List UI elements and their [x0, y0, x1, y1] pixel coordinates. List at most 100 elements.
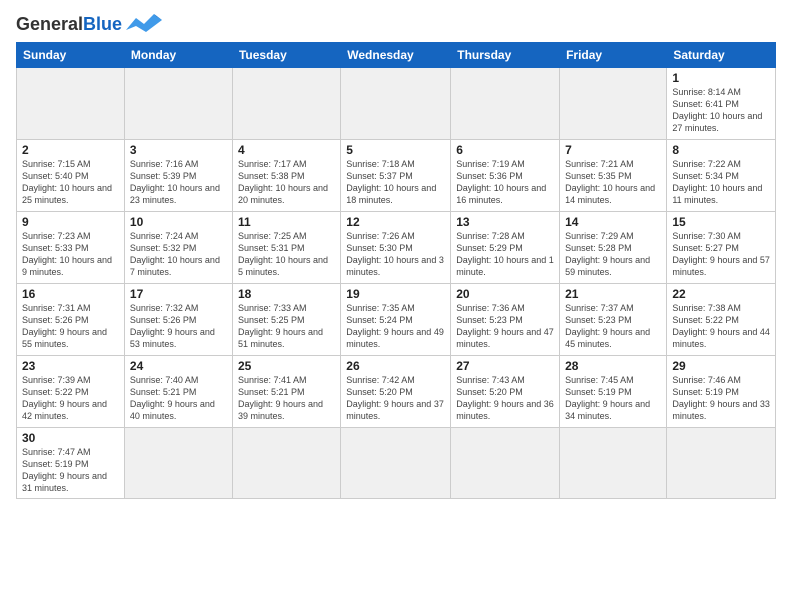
weekday-header-monday: Monday [124, 43, 232, 68]
weekday-header-row: SundayMondayTuesdayWednesdayThursdayFrid… [17, 43, 776, 68]
day-number: 8 [672, 143, 770, 157]
logo-blue: Blue [83, 14, 122, 34]
day-info: Sunrise: 7:21 AM Sunset: 5:35 PM Dayligh… [565, 158, 661, 207]
calendar-cell [560, 428, 667, 499]
day-info: Sunrise: 7:25 AM Sunset: 5:31 PM Dayligh… [238, 230, 335, 279]
week-row-5: 23Sunrise: 7:39 AM Sunset: 5:22 PM Dayli… [17, 356, 776, 428]
calendar-cell: 14Sunrise: 7:29 AM Sunset: 5:28 PM Dayli… [560, 212, 667, 284]
weekday-header-thursday: Thursday [451, 43, 560, 68]
page: GeneralBlue SundayMondayTuesdayWednesday… [0, 0, 792, 612]
day-number: 19 [346, 287, 445, 301]
calendar-cell: 3Sunrise: 7:16 AM Sunset: 5:39 PM Daylig… [124, 140, 232, 212]
day-info: Sunrise: 7:24 AM Sunset: 5:32 PM Dayligh… [130, 230, 227, 279]
calendar-cell: 12Sunrise: 7:26 AM Sunset: 5:30 PM Dayli… [341, 212, 451, 284]
day-info: Sunrise: 7:46 AM Sunset: 5:19 PM Dayligh… [672, 374, 770, 423]
calendar-cell: 17Sunrise: 7:32 AM Sunset: 5:26 PM Dayli… [124, 284, 232, 356]
day-number: 7 [565, 143, 661, 157]
calendar-cell: 22Sunrise: 7:38 AM Sunset: 5:22 PM Dayli… [667, 284, 776, 356]
calendar-cell: 27Sunrise: 7:43 AM Sunset: 5:20 PM Dayli… [451, 356, 560, 428]
calendar-cell [451, 428, 560, 499]
day-info: Sunrise: 7:22 AM Sunset: 5:34 PM Dayligh… [672, 158, 770, 207]
day-number: 24 [130, 359, 227, 373]
calendar-cell: 6Sunrise: 7:19 AM Sunset: 5:36 PM Daylig… [451, 140, 560, 212]
day-number: 26 [346, 359, 445, 373]
day-number: 23 [22, 359, 119, 373]
day-info: Sunrise: 7:42 AM Sunset: 5:20 PM Dayligh… [346, 374, 445, 423]
day-info: Sunrise: 7:18 AM Sunset: 5:37 PM Dayligh… [346, 158, 445, 207]
calendar-cell: 15Sunrise: 7:30 AM Sunset: 5:27 PM Dayli… [667, 212, 776, 284]
calendar-cell: 5Sunrise: 7:18 AM Sunset: 5:37 PM Daylig… [341, 140, 451, 212]
calendar-cell [341, 428, 451, 499]
week-row-4: 16Sunrise: 7:31 AM Sunset: 5:26 PM Dayli… [17, 284, 776, 356]
day-info: Sunrise: 7:39 AM Sunset: 5:22 PM Dayligh… [22, 374, 119, 423]
weekday-header-tuesday: Tuesday [232, 43, 340, 68]
day-number: 3 [130, 143, 227, 157]
day-info: Sunrise: 7:32 AM Sunset: 5:26 PM Dayligh… [130, 302, 227, 351]
day-info: Sunrise: 7:38 AM Sunset: 5:22 PM Dayligh… [672, 302, 770, 351]
weekday-header-sunday: Sunday [17, 43, 125, 68]
day-info: Sunrise: 7:23 AM Sunset: 5:33 PM Dayligh… [22, 230, 119, 279]
logo-general: General [16, 14, 83, 34]
day-info: Sunrise: 7:29 AM Sunset: 5:28 PM Dayligh… [565, 230, 661, 279]
day-number: 10 [130, 215, 227, 229]
calendar-cell: 23Sunrise: 7:39 AM Sunset: 5:22 PM Dayli… [17, 356, 125, 428]
day-info: Sunrise: 7:28 AM Sunset: 5:29 PM Dayligh… [456, 230, 554, 279]
logo: GeneralBlue [16, 14, 162, 34]
day-info: Sunrise: 7:35 AM Sunset: 5:24 PM Dayligh… [346, 302, 445, 351]
day-number: 14 [565, 215, 661, 229]
calendar-cell [124, 428, 232, 499]
calendar-cell: 25Sunrise: 7:41 AM Sunset: 5:21 PM Dayli… [232, 356, 340, 428]
calendar-cell: 30Sunrise: 7:47 AM Sunset: 5:19 PM Dayli… [17, 428, 125, 499]
week-row-3: 9Sunrise: 7:23 AM Sunset: 5:33 PM Daylig… [17, 212, 776, 284]
calendar-cell: 10Sunrise: 7:24 AM Sunset: 5:32 PM Dayli… [124, 212, 232, 284]
day-number: 6 [456, 143, 554, 157]
calendar-cell: 2Sunrise: 7:15 AM Sunset: 5:40 PM Daylig… [17, 140, 125, 212]
calendar-cell: 7Sunrise: 7:21 AM Sunset: 5:35 PM Daylig… [560, 140, 667, 212]
day-number: 2 [22, 143, 119, 157]
calendar-cell: 1Sunrise: 8:14 AM Sunset: 6:41 PM Daylig… [667, 68, 776, 140]
calendar-cell [232, 428, 340, 499]
calendar-cell [232, 68, 340, 140]
calendar-cell [341, 68, 451, 140]
calendar-cell: 18Sunrise: 7:33 AM Sunset: 5:25 PM Dayli… [232, 284, 340, 356]
calendar-cell [667, 428, 776, 499]
day-info: Sunrise: 7:40 AM Sunset: 5:21 PM Dayligh… [130, 374, 227, 423]
logo-text: GeneralBlue [16, 15, 122, 33]
day-number: 5 [346, 143, 445, 157]
calendar: SundayMondayTuesdayWednesdayThursdayFrid… [16, 42, 776, 499]
calendar-cell: 4Sunrise: 7:17 AM Sunset: 5:38 PM Daylig… [232, 140, 340, 212]
day-info: Sunrise: 7:30 AM Sunset: 5:27 PM Dayligh… [672, 230, 770, 279]
day-info: Sunrise: 7:41 AM Sunset: 5:21 PM Dayligh… [238, 374, 335, 423]
day-info: Sunrise: 7:17 AM Sunset: 5:38 PM Dayligh… [238, 158, 335, 207]
day-number: 18 [238, 287, 335, 301]
calendar-cell: 11Sunrise: 7:25 AM Sunset: 5:31 PM Dayli… [232, 212, 340, 284]
day-number: 21 [565, 287, 661, 301]
day-number: 30 [22, 431, 119, 445]
calendar-cell: 20Sunrise: 7:36 AM Sunset: 5:23 PM Dayli… [451, 284, 560, 356]
calendar-cell: 21Sunrise: 7:37 AM Sunset: 5:23 PM Dayli… [560, 284, 667, 356]
calendar-cell: 19Sunrise: 7:35 AM Sunset: 5:24 PM Dayli… [341, 284, 451, 356]
calendar-cell: 8Sunrise: 7:22 AM Sunset: 5:34 PM Daylig… [667, 140, 776, 212]
day-number: 22 [672, 287, 770, 301]
day-number: 15 [672, 215, 770, 229]
calendar-cell [560, 68, 667, 140]
logo-bird-icon [126, 12, 162, 34]
day-info: Sunrise: 7:31 AM Sunset: 5:26 PM Dayligh… [22, 302, 119, 351]
weekday-header-saturday: Saturday [667, 43, 776, 68]
week-row-6: 30Sunrise: 7:47 AM Sunset: 5:19 PM Dayli… [17, 428, 776, 499]
day-info: Sunrise: 8:14 AM Sunset: 6:41 PM Dayligh… [672, 86, 770, 135]
day-info: Sunrise: 7:36 AM Sunset: 5:23 PM Dayligh… [456, 302, 554, 351]
day-info: Sunrise: 7:45 AM Sunset: 5:19 PM Dayligh… [565, 374, 661, 423]
day-number: 29 [672, 359, 770, 373]
calendar-cell: 29Sunrise: 7:46 AM Sunset: 5:19 PM Dayli… [667, 356, 776, 428]
calendar-cell: 16Sunrise: 7:31 AM Sunset: 5:26 PM Dayli… [17, 284, 125, 356]
day-info: Sunrise: 7:43 AM Sunset: 5:20 PM Dayligh… [456, 374, 554, 423]
day-number: 13 [456, 215, 554, 229]
day-info: Sunrise: 7:15 AM Sunset: 5:40 PM Dayligh… [22, 158, 119, 207]
day-info: Sunrise: 7:26 AM Sunset: 5:30 PM Dayligh… [346, 230, 445, 279]
calendar-cell [124, 68, 232, 140]
day-number: 17 [130, 287, 227, 301]
calendar-cell: 28Sunrise: 7:45 AM Sunset: 5:19 PM Dayli… [560, 356, 667, 428]
calendar-cell: 26Sunrise: 7:42 AM Sunset: 5:20 PM Dayli… [341, 356, 451, 428]
calendar-cell: 24Sunrise: 7:40 AM Sunset: 5:21 PM Dayli… [124, 356, 232, 428]
